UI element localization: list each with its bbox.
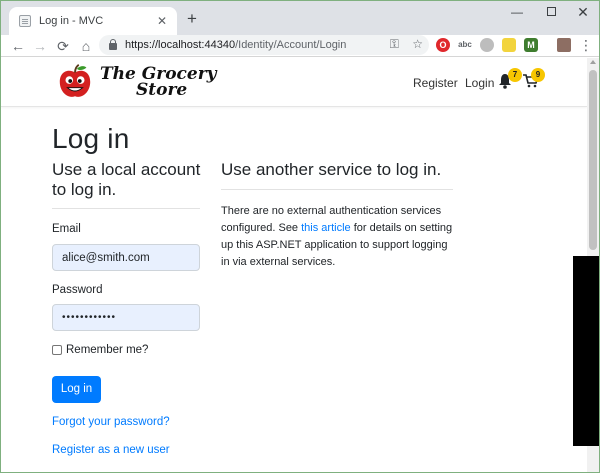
login-button[interactable]: Log in [52, 376, 101, 403]
extension-circle-icon[interactable] [480, 38, 494, 52]
scrollbar-thumb[interactable] [589, 70, 597, 250]
tab-close-icon[interactable]: ✕ [153, 14, 171, 28]
browser-window: Log in - MVC ✕ + — ✕ ← → ⟳ ⌂ https://loc… [0, 0, 600, 473]
extension-yellow-icon[interactable] [502, 38, 516, 52]
bookmark-star-icon[interactable]: ☆ [412, 37, 423, 51]
divider [52, 208, 200, 209]
apple-logo-icon [59, 64, 91, 97]
brand-name: The Grocery Store [100, 66, 217, 100]
browser-toolbar: ← → ⟳ ⌂ https://localhost:44340/Identity… [1, 35, 599, 57]
page-icon [19, 15, 31, 27]
tab-title: Log in - MVC [39, 15, 104, 27]
black-overlay [573, 256, 599, 446]
url-host: https://localhost:44340 [125, 39, 236, 51]
cart-badge: 9 [531, 68, 545, 82]
profile-avatar[interactable] [557, 38, 571, 52]
lock-icon[interactable] [109, 38, 117, 50]
password-field[interactable]: •••••••••••• [52, 304, 200, 331]
maximize-button[interactable] [539, 3, 563, 21]
extension-opera-icon[interactable]: O [436, 38, 450, 52]
minimize-button[interactable]: — [505, 3, 529, 21]
extension-m-icon[interactable]: M [524, 38, 538, 52]
browser-menu-icon[interactable]: ⋮ [579, 36, 593, 54]
home-button[interactable]: ⌂ [77, 37, 95, 55]
nav-login-link[interactable]: Login [465, 76, 494, 90]
external-login-heading: Use another service to log in. [221, 160, 442, 179]
back-button[interactable]: ← [9, 37, 27, 55]
email-field[interactable]: alice@smith.com [52, 244, 200, 271]
page-title: Log in [52, 123, 130, 154]
remember-me-label: Remember me? [66, 344, 149, 356]
key-icon[interactable]: ⚿ [390, 37, 399, 51]
brand-line-2: Store [136, 80, 188, 100]
remember-me-checkbox[interactable] [52, 345, 62, 355]
local-account-heading: Use a local account to log in. [52, 160, 201, 199]
address-bar[interactable]: https://localhost:44340/Identity/Account… [99, 35, 429, 55]
page-content: The Grocery Store Register Login 7 9 Log… [1, 58, 587, 472]
maximize-icon [546, 7, 556, 16]
scroll-up-arrow-icon[interactable] [590, 60, 596, 64]
notifications-badge: 7 [508, 68, 522, 82]
nav-register-link[interactable]: Register [413, 76, 458, 90]
new-tab-button[interactable]: + [183, 10, 201, 28]
browser-tab[interactable]: Log in - MVC ✕ [9, 7, 177, 35]
email-label: Email [52, 223, 81, 235]
external-login-text: There are no external authentication ser… [221, 203, 456, 271]
forgot-password-link[interactable]: Forgot your password? [52, 416, 170, 428]
tab-strip: Log in - MVC ✕ + — ✕ [1, 1, 599, 35]
forward-button[interactable]: → [31, 37, 49, 55]
reload-button[interactable]: ⟳ [54, 37, 72, 55]
extension-abc-icon[interactable]: abc [458, 38, 472, 52]
url-path: /Identity/Account/Login [235, 39, 347, 51]
window-close-button[interactable]: ✕ [571, 3, 595, 21]
this-article-link[interactable]: this article [301, 222, 351, 234]
site-navbar: The Grocery Store Register Login 7 9 [1, 58, 587, 107]
register-link[interactable]: Register as a new user [52, 444, 170, 456]
password-label: Password [52, 284, 103, 296]
brand-logo[interactable]: The Grocery Store [56, 63, 217, 101]
divider [221, 189, 453, 190]
remember-me[interactable]: Remember me? [52, 344, 148, 356]
